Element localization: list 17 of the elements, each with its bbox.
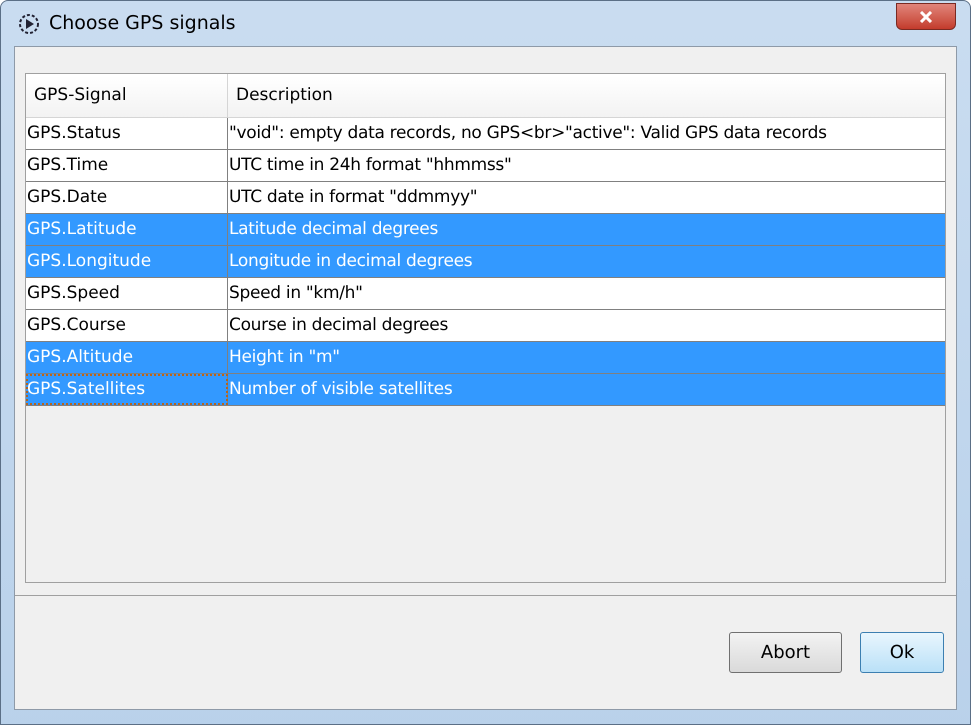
close-icon (919, 10, 933, 22)
table-cell[interactable]: GPS.Status (26, 118, 228, 149)
table-cell[interactable]: GPS.Time (26, 150, 228, 181)
table-cell[interactable]: UTC date in format "ddmmyy" (228, 182, 945, 213)
abort-button[interactable]: Abort (729, 632, 842, 673)
table-cell[interactable]: GPS.Date (26, 182, 228, 213)
table-cell[interactable]: GPS.Course (26, 310, 228, 341)
table-cell[interactable]: Course in decimal degrees (228, 310, 945, 341)
table-cell[interactable]: Speed in "km/h" (228, 278, 945, 309)
table-cell[interactable]: "void": empty data records, no GPS<br>"active": Valid GPS data records (228, 118, 945, 149)
table-cell[interactable]: GPS.Speed (26, 278, 228, 309)
close-button[interactable] (896, 3, 956, 30)
ok-button[interactable]: Ok (860, 632, 944, 673)
window-title: Choose GPS signals (49, 11, 236, 36)
column-header[interactable]: Description (228, 74, 945, 117)
table-cell[interactable]: UTC time in 24h format "hhmmss" (228, 150, 945, 181)
column-header[interactable]: GPS-Signal (26, 74, 228, 117)
